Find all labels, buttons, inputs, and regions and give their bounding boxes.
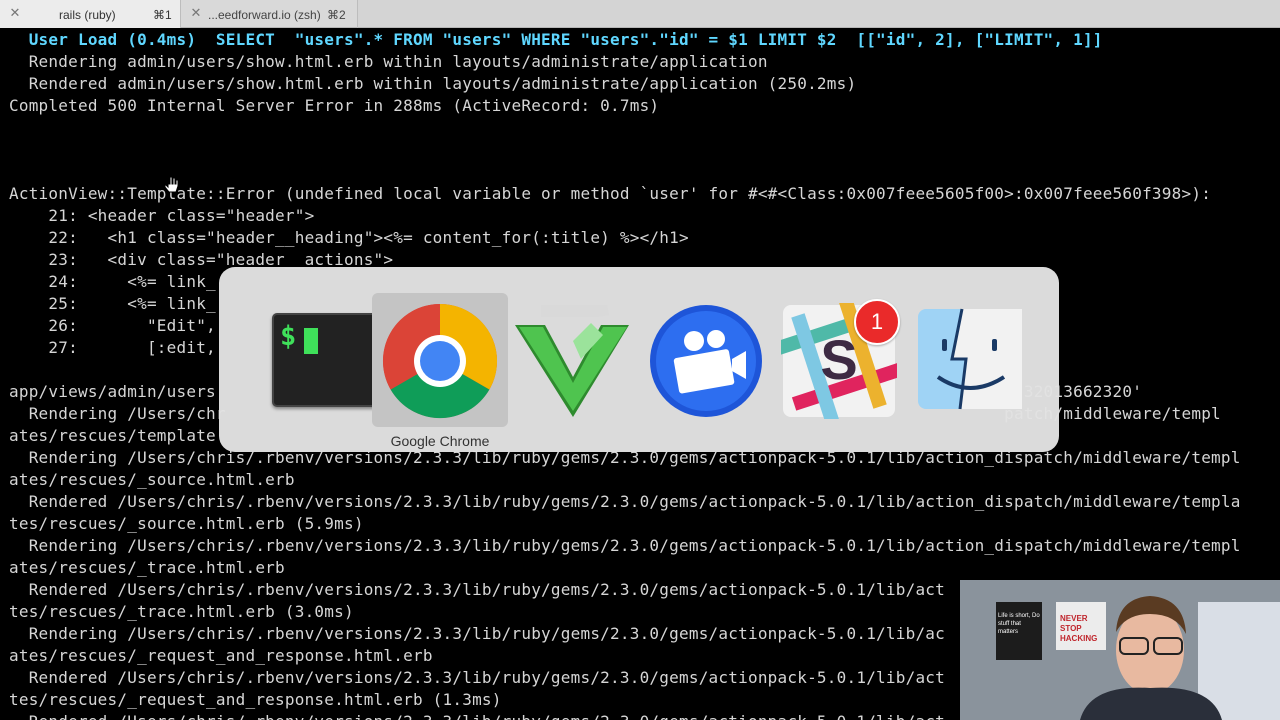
tab-close-icon[interactable]: ✕ bbox=[189, 7, 203, 21]
webcam-feed bbox=[960, 580, 1280, 720]
mouse-pointer-icon bbox=[164, 174, 179, 193]
log-line: tes/rescues/_request_and_response.html.e… bbox=[9, 690, 502, 709]
log-line: Rendering admin/users/show.html.erb with… bbox=[9, 52, 768, 71]
log-line: 22: <h1 class="header__heading"><%= cont… bbox=[9, 228, 689, 247]
log-line: Completed 500 Internal Server Error in 2… bbox=[9, 96, 660, 115]
app-vim[interactable] bbox=[505, 293, 641, 427]
tab-title: rails (ruby) bbox=[59, 8, 116, 22]
log-line: ActionView::Template::Error (undefined l… bbox=[9, 184, 1212, 203]
tab-bar-empty-area bbox=[358, 0, 1280, 27]
chrome-icon bbox=[382, 304, 498, 419]
app-google-chrome[interactable]: Google Chrome bbox=[372, 293, 508, 449]
log-line: User Load (0.4ms) SELECT "users".* FROM … bbox=[9, 30, 1103, 49]
log-line: Rendered /Users/chris/.rbenv/versions/2.… bbox=[9, 711, 945, 720]
selected-app-label: Google Chrome bbox=[390, 433, 490, 449]
log-line: tes/rescues/_source.html.erb (5.9ms) bbox=[9, 514, 364, 533]
log-line: 24: <%= link_ bbox=[9, 272, 216, 291]
log-line: Rendered /Users/chris/.rbenv/versions/2.… bbox=[9, 492, 1241, 511]
tab-shortcut: ⌘1 bbox=[153, 8, 172, 22]
finder-icon bbox=[918, 308, 1022, 410]
screenflow-icon bbox=[650, 305, 762, 417]
log-line: Rendering /Users/chris/.rbenv/versions/2… bbox=[9, 536, 1241, 555]
app-finder[interactable] bbox=[904, 293, 1040, 427]
log-line: Rendered /Users/chris/.rbenv/versions/2.… bbox=[9, 668, 946, 687]
app-switcher: $ Google Chrome S 1 bbox=[219, 267, 1059, 452]
log-line: 21: <header class="header"> bbox=[9, 206, 315, 225]
vim-icon bbox=[515, 305, 629, 417]
log-line: 27: [:edit, bbox=[9, 338, 216, 357]
webcam-overlay: Life is short, Do stuff that matters NEV… bbox=[960, 580, 1280, 720]
app-terminal[interactable]: $ bbox=[239, 293, 380, 427]
log-line: Rendered admin/users/show.html.erb withi… bbox=[9, 74, 857, 93]
tab-close-icon[interactable]: ✕ bbox=[8, 7, 22, 21]
tab-rails[interactable]: ✕ rails (ruby) ⌘1 bbox=[0, 0, 180, 28]
log-line: ates/rescues/_trace.html.erb bbox=[9, 558, 285, 577]
log-line: ates/rescues/template bbox=[9, 426, 216, 445]
log-line: Rendered /Users/chris/.rbenv/versions/2.… bbox=[9, 580, 946, 599]
tab-zsh[interactable]: ✕ ...eedforward.io (zsh) ⌘2 bbox=[181, 0, 357, 28]
log-line: Rendering /Users/chris/.rbenv/versions/2… bbox=[9, 624, 946, 643]
log-line: 25: <%= link_ bbox=[9, 294, 216, 313]
terminal-icon: $ bbox=[272, 313, 380, 407]
log-line: 26: "Edit", bbox=[9, 316, 216, 335]
app-screenflow[interactable] bbox=[638, 293, 774, 427]
svg-text:S: S bbox=[820, 328, 857, 391]
log-line: tes/rescues/_trace.html.erb (3.0ms) bbox=[9, 602, 354, 621]
slack-notification-badge: 1 bbox=[854, 299, 900, 345]
terminal-tab-bar: ✕ rails (ruby) ⌘1 ✕ ...eedforward.io (zs… bbox=[0, 0, 1280, 28]
poster-right-text: NEVER STOP HACKING bbox=[1060, 614, 1098, 643]
poster-left-text: Life is short, Do stuff that matters bbox=[998, 613, 1040, 635]
tab-title: ...eedforward.io (zsh) bbox=[208, 8, 321, 22]
log-line: ates/rescues/_source.html.erb bbox=[9, 470, 295, 489]
terminal-cursor bbox=[304, 328, 318, 354]
log-line: ates/rescues/_request_and_response.html.… bbox=[9, 646, 433, 665]
tab-shortcut: ⌘2 bbox=[327, 8, 346, 22]
